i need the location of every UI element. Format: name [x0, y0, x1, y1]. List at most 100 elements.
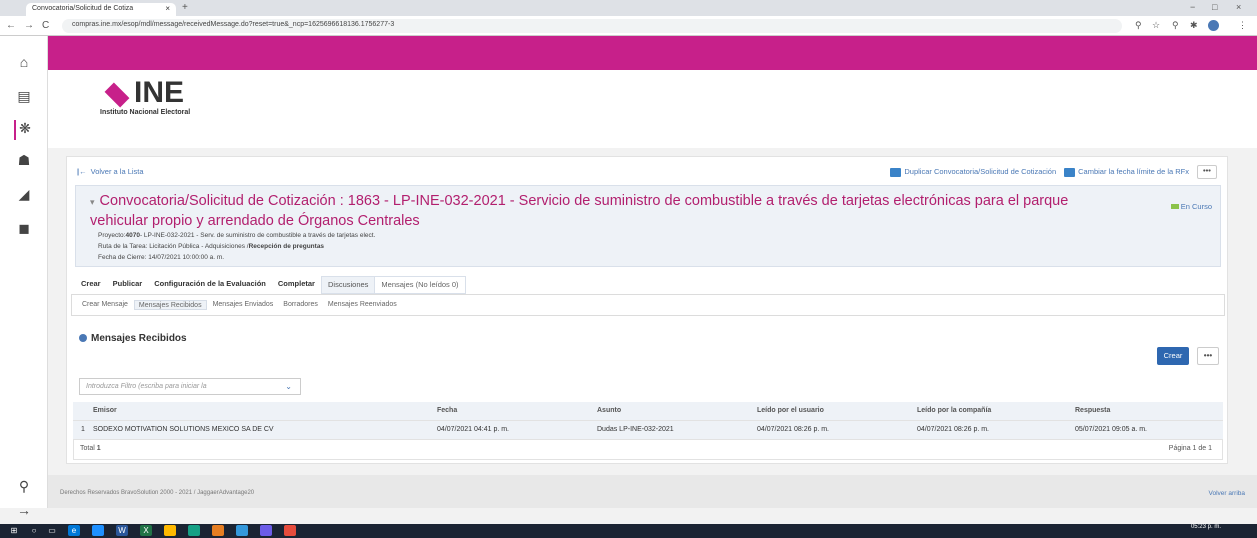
task-view-icon[interactable]: ▭: [46, 525, 58, 536]
reload-icon[interactable]: C: [42, 20, 49, 31]
close-date: Fecha de Cierre: 14/07/2021 10:00:00 a. …: [98, 254, 225, 261]
home-icon[interactable]: ⌂: [14, 54, 34, 74]
file-explorer-icon[interactable]: [164, 525, 176, 536]
change-date-link[interactable]: Cambiar la fecha límite de la RFx: [1064, 167, 1189, 177]
app-icon-3[interactable]: [236, 525, 248, 536]
table-header: Emisor Fecha Asunto Leído por el usuario…: [73, 402, 1223, 421]
tab-configuracion[interactable]: Configuración de la Evaluación: [148, 276, 272, 294]
section-title: Mensajes Recibidos: [79, 333, 187, 344]
col-asunto[interactable]: Asunto: [597, 407, 621, 414]
col-fecha[interactable]: Fecha: [437, 407, 457, 414]
handshake-icon[interactable]: ❋: [14, 120, 34, 140]
star-icon[interactable]: ☆: [1152, 20, 1160, 31]
table-row[interactable]: 1 SODEXO MOTIVATION SOLUTIONS MEXICO SA …: [73, 421, 1223, 440]
ine-logo: INE Instituto Nacional Electoral: [100, 76, 260, 120]
messages-table: Emisor Fecha Asunto Leído por el usuario…: [73, 402, 1223, 460]
tab-completar[interactable]: Completar: [272, 276, 321, 294]
cell-leido-compania: 04/07/2021 08:26 p. m.: [917, 426, 989, 433]
app-icon-2[interactable]: [212, 525, 224, 536]
back-to-top-link[interactable]: Volver arriba: [1209, 490, 1246, 497]
outlook-icon[interactable]: [92, 525, 104, 536]
book-icon[interactable]: ◼: [14, 220, 34, 240]
taskbar: ⊞ ○ ▭ e W X 05:23 p. m.: [0, 524, 1257, 538]
cell-respuesta: 05/07/2021 09:05 a. m.: [1075, 426, 1147, 433]
maximize-icon[interactable]: □: [1212, 2, 1217, 12]
minimize-icon[interactable]: −: [1190, 2, 1195, 12]
url-field[interactable]: compras.ine.mx/esop/mdl/message/received…: [62, 19, 1122, 33]
more-options-button[interactable]: •••: [1197, 347, 1219, 365]
filter-input[interactable]: Introduzca Filtro (escriba para iniciar …: [79, 378, 301, 395]
team-icon[interactable]: ☗: [14, 152, 34, 172]
extension-search-icon[interactable]: ⚲: [1172, 20, 1179, 31]
chart-icon[interactable]: ◢: [14, 186, 34, 206]
inbox-icon[interactable]: ▤: [14, 88, 34, 108]
cell-fecha: 04/07/2021 04:41 p. m.: [437, 426, 509, 433]
col-leido-compania[interactable]: Leído por la compañía: [917, 407, 991, 414]
subtab-borradores[interactable]: Borradores: [279, 300, 322, 310]
status-badge: En Curso: [1170, 202, 1212, 211]
change-date-label: Cambiar la fecha límite de la RFx: [1078, 167, 1189, 177]
close-tab-icon[interactable]: ×: [165, 4, 170, 13]
logo-subtitle: Instituto Nacional Electoral: [100, 109, 191, 116]
copyright: Derechos Reservados BravoSolution 2000 -…: [60, 490, 255, 496]
col-leido-usuario[interactable]: Leído por el usuario: [757, 407, 824, 414]
back-arrow-icon[interactable]: ←: [6, 20, 16, 31]
logo-word: INE: [134, 76, 185, 109]
more-actions-button[interactable]: •••: [1197, 165, 1217, 179]
app-icon-1[interactable]: [188, 525, 200, 536]
status-text: En Curso: [1180, 202, 1212, 211]
create-button[interactable]: Crear: [1157, 347, 1189, 365]
project-desc: - LP-INE-032-2021 - Serv. de suministro …: [139, 232, 376, 239]
left-sidebar: ⌂ ▤ ❋ ☗ ◢ ◼ ⚲ →: [0, 36, 48, 518]
cell-emisor[interactable]: SODEXO MOTIVATION SOLUTIONS MEXICO SA DE…: [93, 426, 274, 433]
app-icon-4[interactable]: [260, 525, 272, 536]
tab-discusiones[interactable]: Discusiones: [320, 276, 376, 294]
total-count: Total 1: [80, 445, 101, 452]
duplicate-link[interactable]: Duplicar Convocatoria/Solicitud de Cotiz…: [890, 167, 1056, 177]
tab-mensajes-no-leidos[interactable]: Mensajes (No leídos 0): [375, 276, 466, 294]
search-icon[interactable]: ⚲: [14, 478, 34, 498]
forward-arrow-icon[interactable]: →: [24, 20, 34, 31]
project-code: 4070: [125, 232, 140, 239]
profile-avatar[interactable]: [1208, 20, 1219, 31]
word-icon[interactable]: W: [116, 525, 128, 536]
main-card: |← Volver a la Lista Duplicar Convocatori…: [66, 156, 1228, 464]
subtab-mensajes-reenviados[interactable]: Mensajes Reenviados: [324, 300, 401, 310]
rfx-title: ▾ Convocatoria/Solicitud de Cotización : …: [90, 192, 1090, 231]
url-text: compras.ine.mx/esop/mdl/message/received…: [72, 21, 395, 28]
back-to-list-link[interactable]: |← Volver a la Lista: [77, 167, 144, 176]
rfx-summary-panel: ▾ Convocatoria/Solicitud de Cotización : …: [75, 185, 1221, 267]
browser-tab[interactable]: Convocatoria/Solicitud de Cotiza ×: [26, 3, 176, 16]
chevron-down-icon[interactable]: ⌄: [285, 382, 292, 391]
subtab-crear-mensaje[interactable]: Crear Mensaje: [78, 300, 132, 310]
route-line: Ruta de la Tarea: Licitación Pública - A…: [98, 243, 324, 250]
tab-publicar[interactable]: Publicar: [107, 276, 149, 294]
rfx-title-text: Convocatoria/Solicitud de Cotización : 1…: [90, 193, 1069, 229]
route-label: Ruta de la Tarea: Licitación Pública - A…: [98, 243, 249, 250]
cell-asunto[interactable]: Dudas LP-INE-032-2021: [597, 426, 674, 433]
browser-tab-title: Convocatoria/Solicitud de Cotiza: [32, 5, 134, 12]
system-clock[interactable]: 05:23 p. m.: [1191, 524, 1221, 531]
subtab-mensajes-enviados[interactable]: Mensajes Enviados: [209, 300, 278, 310]
duplicate-icon: [890, 167, 902, 177]
section-bullet-icon: [79, 334, 87, 343]
arrow-right-icon[interactable]: →: [14, 502, 34, 522]
chrome-icon[interactable]: [284, 525, 296, 536]
excel-icon[interactable]: X: [140, 525, 152, 536]
zoom-icon[interactable]: ⚲: [1135, 20, 1142, 31]
collapse-toggle-icon[interactable]: ▾: [90, 197, 95, 207]
edge-icon[interactable]: e: [68, 525, 80, 536]
taskbar-search-icon[interactable]: ○: [28, 525, 40, 536]
windows-start-icon[interactable]: ⊞: [8, 525, 20, 536]
new-tab-button[interactable]: +: [182, 2, 188, 13]
pagination: Página 1 de 1: [1168, 445, 1212, 452]
puzzle-icon[interactable]: ✱: [1190, 20, 1198, 31]
kebab-menu-icon[interactable]: ⋮: [1238, 20, 1247, 31]
brand-bar: [48, 36, 1257, 70]
status-dot-icon: [1170, 204, 1179, 209]
subtab-mensajes-recibidos[interactable]: Mensajes Recibidos: [133, 300, 207, 310]
tab-crear[interactable]: Crear: [75, 276, 107, 294]
close-window-icon[interactable]: ×: [1236, 2, 1241, 12]
col-respuesta[interactable]: Respuesta: [1075, 407, 1110, 414]
col-emisor[interactable]: Emisor: [93, 407, 117, 414]
